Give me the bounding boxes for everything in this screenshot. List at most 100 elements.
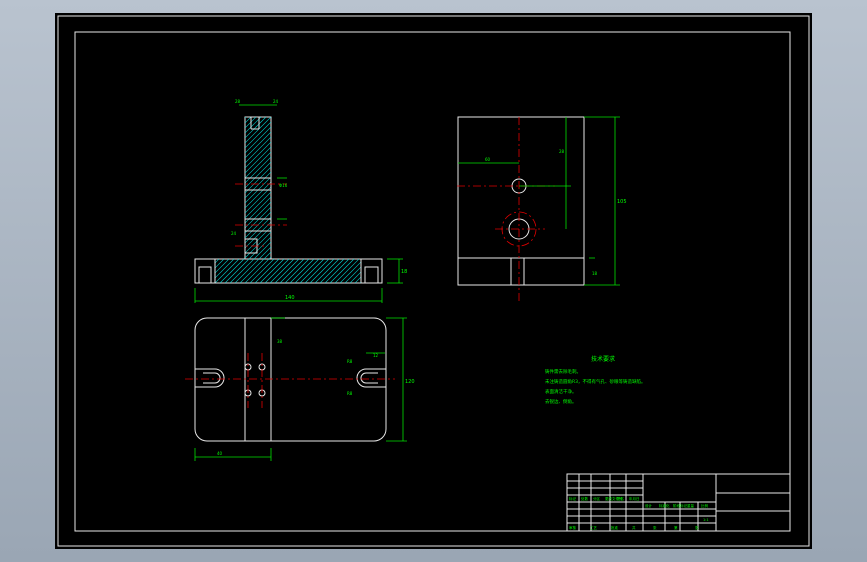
hatch-line	[385, 113, 565, 293]
drawing-viewport[interactable]: 140 18 28 24 Φ16 24 105 60 28 18 120 40 …	[55, 13, 812, 549]
hatch-line	[215, 117, 241, 283]
tech-req-line: 表面清洁干净。	[545, 388, 577, 395]
hatch-line	[215, 117, 361, 283]
hatch-line	[215, 117, 361, 283]
hatch-line	[215, 117, 361, 283]
front-section-view: 140 18 28 24 Φ16 24	[194, 99, 570, 303]
hatch-line	[269, 117, 361, 283]
hatch-line	[219, 117, 361, 283]
hatch-line	[339, 117, 361, 283]
hatch-line	[215, 117, 271, 283]
hatch-line	[259, 117, 361, 283]
hatch-line	[215, 117, 326, 283]
hatch-line	[215, 117, 361, 283]
title-block-cell: 阶段标记	[673, 503, 687, 508]
hatch-line	[215, 117, 291, 283]
title-block-cell: 年月日	[629, 496, 640, 501]
svg-text:12: 12	[373, 353, 379, 358]
title-block-cell: 标记	[569, 496, 577, 501]
hatch-line	[215, 117, 346, 283]
hatch-line	[215, 117, 261, 283]
hatch-line	[249, 117, 361, 283]
hatch-line	[215, 117, 331, 283]
hatch-line	[215, 117, 226, 283]
hatch-line	[215, 117, 356, 283]
hatch-line	[215, 117, 231, 283]
tech-req-line: 去锐边、倒角。	[545, 398, 577, 405]
svg-text:18: 18	[401, 269, 407, 275]
hatch-line	[215, 117, 246, 283]
hatch-line	[390, 113, 570, 293]
hatch-line	[279, 117, 361, 283]
hatch-line	[215, 117, 216, 283]
title-block-cell: 重量	[687, 503, 695, 508]
hatch-line	[239, 117, 361, 283]
svg-text:38: 38	[277, 339, 283, 344]
hatch-line	[215, 117, 361, 283]
cad-drawing: 140 18 28 24 Φ16 24 105 60 28 18 120 40 …	[57, 15, 810, 547]
title-block-cell: 设计	[645, 503, 653, 508]
hatch-line	[289, 117, 361, 283]
svg-text:120: 120	[405, 379, 415, 385]
hatch-line	[224, 117, 361, 283]
hatch-line	[244, 117, 361, 283]
title-block-cell: 工艺	[590, 525, 598, 530]
side-view: 105 60 28 18	[457, 116, 627, 303]
tech-req-title: 技术要求	[591, 355, 615, 363]
svg-text:40: 40	[217, 451, 223, 456]
hatch-line	[365, 113, 545, 293]
outer-border	[57, 15, 810, 547]
hatch-line	[375, 113, 555, 293]
hatch-line	[349, 117, 361, 283]
hatch-line	[324, 117, 361, 283]
hatch-line	[370, 113, 550, 293]
title-block-cell: 审核	[569, 525, 577, 530]
hatch-line	[309, 117, 361, 283]
hatch-line	[314, 117, 361, 283]
title-block-cell: 处数	[581, 496, 589, 501]
hatch-line	[215, 117, 341, 283]
tech-req-line: 未注铸造圆角R3，不得有气孔、砂眼等铸造缺陷。	[545, 378, 646, 385]
hatch-line	[229, 117, 361, 283]
hatch-line	[329, 117, 361, 283]
hatch-line	[215, 117, 266, 283]
hatch-line	[215, 117, 281, 283]
svg-text:Φ16: Φ16	[279, 183, 288, 188]
tech-req-line: 铸件需去除毛刺。	[545, 368, 581, 375]
svg-text:105: 105	[617, 199, 627, 205]
svg-text:24: 24	[273, 99, 279, 104]
title-block: 标记 处数 分区 更改文件号签名 年月日 设计 标准化 阶段标记 重量 比例 审核 工艺 批准共张第…	[566, 473, 791, 532]
hatch-line	[215, 117, 351, 283]
svg-text:60: 60	[485, 157, 491, 162]
title-block-cell: 第	[674, 525, 678, 530]
hatch-line	[215, 117, 276, 283]
svg-text:24: 24	[231, 231, 237, 236]
title-block-cell: 标准化	[659, 503, 670, 508]
hatch-line	[234, 117, 361, 283]
title-block-cell: 批准	[611, 525, 619, 530]
hatch-line	[274, 117, 361, 283]
title-block-cell: 签名	[617, 496, 624, 501]
hatch-line	[215, 117, 316, 283]
svg-text:18: 18	[592, 271, 598, 276]
svg-text:R8: R8	[347, 391, 353, 396]
scale-value: 1:1	[703, 518, 709, 522]
hatch-line	[359, 117, 361, 283]
inner-frame	[74, 31, 791, 532]
plan-view: 120 40 38 12 R8 R8	[185, 317, 415, 461]
hatch-line	[299, 117, 361, 283]
hatch-line	[215, 117, 311, 283]
hatch-line	[334, 117, 361, 283]
hatch-line	[254, 117, 361, 283]
hatch-line	[264, 117, 361, 283]
hatch-line	[215, 117, 321, 283]
svg-text:R8: R8	[347, 359, 353, 364]
hatch-line	[215, 117, 361, 283]
title-block-cell: 张	[695, 525, 699, 530]
hatch-line	[215, 117, 361, 283]
hatch-line	[380, 113, 560, 293]
hatch-line	[344, 117, 361, 283]
hatch-line	[284, 117, 361, 283]
hatch-line	[215, 117, 256, 283]
hatch-line	[215, 117, 361, 283]
